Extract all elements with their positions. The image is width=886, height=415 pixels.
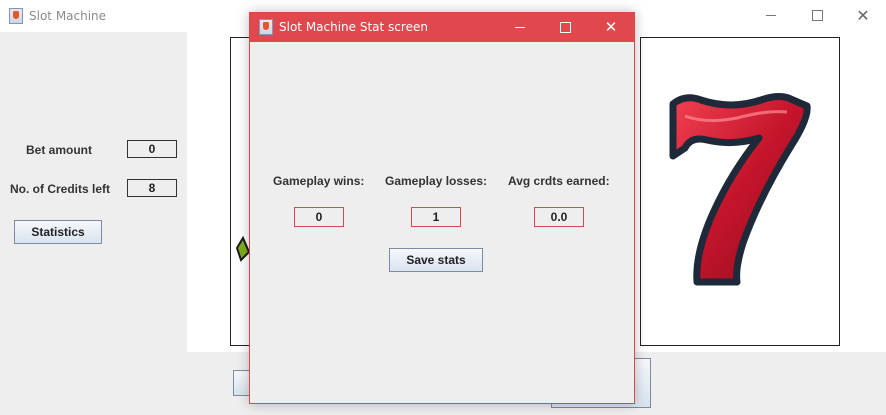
main-window-title: Slot Machine <box>29 9 107 23</box>
maximize-icon <box>811 10 823 21</box>
minimize-icon <box>766 15 776 16</box>
dialog-minimize-button[interactable] <box>497 13 543 42</box>
close-button[interactable]: ✕ <box>840 0 886 32</box>
losses-value-field[interactable]: 1 <box>411 207 461 227</box>
credits-left-label: No. of Credits left <box>10 182 111 196</box>
reel-right[interactable] <box>640 37 840 346</box>
save-stats-button[interactable]: Save stats <box>389 248 483 272</box>
statistics-button[interactable]: Statistics <box>14 220 102 244</box>
wins-value-field[interactable]: 0 <box>294 207 344 227</box>
maximize-icon <box>559 22 571 33</box>
dialog-titlebar[interactable]: Slot Machine Stat screen ✕ <box>250 13 634 42</box>
java-app-icon <box>9 8 23 24</box>
credits-left-field[interactable]: 8 <box>127 179 177 197</box>
dialog-close-button[interactable]: ✕ <box>588 13 634 42</box>
avg-credits-value-field[interactable]: 0.0 <box>534 207 584 227</box>
avg-credits-label: Avg crdts earned: <box>508 174 610 188</box>
control-panel: Bet amount 0 No. of Credits left 8 Stati… <box>0 32 187 415</box>
close-icon: ✕ <box>604 18 618 36</box>
seven-symbol-icon <box>669 93 811 286</box>
maximize-button[interactable] <box>794 0 840 32</box>
bet-amount-label: Bet amount <box>26 143 92 157</box>
minimize-icon <box>515 27 525 28</box>
stat-dialog: Slot Machine Stat screen ✕ Gameplay wins… <box>249 12 635 404</box>
dialog-title: Slot Machine Stat screen <box>279 20 428 34</box>
close-icon: ✕ <box>856 6 870 25</box>
minimize-button[interactable] <box>748 0 794 32</box>
losses-label: Gameplay losses: <box>385 174 488 188</box>
java-app-icon <box>259 19 273 35</box>
dialog-maximize-button[interactable] <box>542 13 588 42</box>
bet-amount-field[interactable]: 0 <box>127 140 177 158</box>
wins-label: Gameplay wins: <box>273 174 365 188</box>
